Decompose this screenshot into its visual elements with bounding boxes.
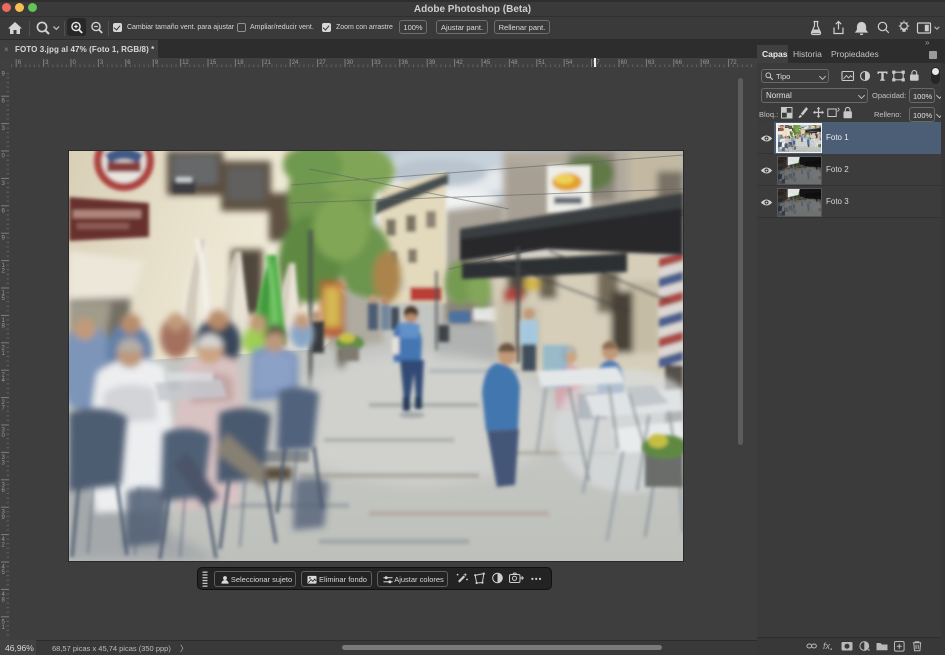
- svg-text:51: 51: [538, 60, 545, 66]
- svg-text:3: 3: [2, 181, 6, 187]
- svg-text:3: 3: [2, 126, 6, 132]
- svg-text:8: 8: [2, 597, 6, 603]
- svg-text:69: 69: [703, 60, 710, 66]
- svg-text:24: 24: [292, 60, 299, 66]
- svg-text:9: 9: [2, 236, 6, 242]
- svg-text:39: 39: [429, 60, 436, 66]
- svg-text:3: 3: [2, 460, 6, 466]
- svg-text:33: 33: [374, 60, 381, 66]
- svg-text:fx: fx: [823, 641, 831, 651]
- svg-text:0: 0: [2, 154, 6, 160]
- svg-text:12: 12: [182, 60, 189, 66]
- svg-text:42: 42: [456, 60, 463, 66]
- svg-text:15: 15: [210, 60, 217, 66]
- svg-text:1: 1: [2, 351, 6, 357]
- svg-text:2: 2: [2, 269, 6, 275]
- svg-text:72: 72: [730, 60, 737, 66]
- svg-text:5: 5: [2, 296, 6, 302]
- svg-text:6: 6: [2, 99, 6, 105]
- svg-text:7: 7: [2, 406, 6, 412]
- svg-text:1: 1: [2, 625, 6, 631]
- svg-text:6: 6: [2, 488, 6, 494]
- svg-text:6: 6: [2, 208, 6, 214]
- svg-text:54: 54: [566, 60, 573, 66]
- svg-text:36: 36: [401, 60, 408, 66]
- svg-text:45: 45: [484, 60, 491, 66]
- svg-text:48: 48: [511, 60, 518, 66]
- svg-text:5: 5: [2, 570, 6, 576]
- svg-text:66: 66: [675, 60, 682, 66]
- svg-text:2: 2: [2, 543, 6, 549]
- svg-text:63: 63: [648, 60, 655, 66]
- svg-text:30: 30: [347, 60, 354, 66]
- svg-text:18: 18: [237, 60, 244, 66]
- svg-text:27: 27: [319, 60, 326, 66]
- svg-text:21: 21: [264, 60, 271, 66]
- svg-text:4: 4: [2, 378, 6, 384]
- svg-text:0: 0: [2, 433, 6, 439]
- svg-text:9: 9: [2, 515, 6, 521]
- svg-text:9: 9: [2, 71, 6, 77]
- svg-text:60: 60: [621, 60, 628, 66]
- svg-text:8: 8: [2, 323, 6, 329]
